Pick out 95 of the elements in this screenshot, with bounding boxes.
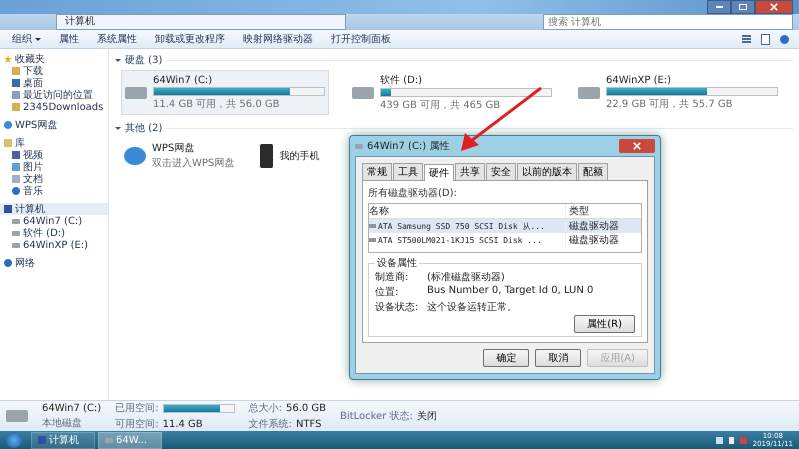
status-value: 关闭 — [416, 410, 437, 423]
close-icon[interactable] — [755, 0, 793, 14]
drive-icon — [355, 144, 363, 148]
collapse-icon[interactable] — [115, 58, 121, 64]
column-header[interactable]: 名称 — [369, 204, 565, 218]
drive-tile[interactable]: 软件 (D:) 439 GB 可用，共 465 GB — [349, 70, 555, 115]
status-label: 已用空间: — [115, 402, 159, 415]
column-header[interactable]: 类型 — [565, 204, 641, 218]
status-name: 64Win7 (C:) — [42, 402, 102, 414]
sidebar-item[interactable]: 网络 — [0, 257, 108, 269]
phone-icon — [260, 144, 274, 168]
sidebar-item[interactable]: 64WinXP (E:) — [0, 239, 108, 251]
table-cell: 磁盘驱动器 — [565, 219, 641, 233]
property-label: 位置: — [375, 286, 400, 299]
drive-icon — [125, 86, 147, 98]
properties-button[interactable]: 属性(R) — [574, 315, 635, 333]
sidebar-item[interactable]: 计算机 — [0, 203, 108, 215]
sidebar-item[interactable]: 最近访问的位置 — [0, 89, 108, 101]
list-label: 所有磁盘驱动器(D): — [368, 186, 458, 200]
sidebar-item[interactable]: 下载 — [0, 65, 108, 77]
drive-icon — [369, 238, 376, 242]
status-label: BitLocker 状态: — [340, 410, 413, 423]
dialog-title: 64Win7 (C:) 属性 — [367, 140, 450, 153]
group-header: 其他 (2) — [125, 122, 162, 135]
item-name: 我的手机 — [279, 150, 320, 162]
item-name: 64Win7 (C:) — [153, 74, 214, 86]
toolbar-button[interactable]: 卸载或更改程序 — [147, 32, 233, 46]
drive-icon — [352, 86, 374, 98]
status-value: 11.4 GB — [162, 418, 203, 430]
table-cell: ATA Samsung SSD 750 SCSI Disk 从... — [378, 220, 545, 232]
group-title: 设备属性 — [376, 256, 418, 270]
tab[interactable]: 配额 — [578, 163, 608, 180]
property-value: 这个设备运转正常。 — [427, 300, 517, 314]
sidebar-item[interactable]: 视频 — [0, 149, 108, 161]
start-button[interactable] — [6, 432, 22, 448]
list-row[interactable]: ATA Samsung SSD 750 SCSI Disk 从... 磁盘驱动器 — [369, 219, 641, 233]
status-value: NTFS — [296, 418, 322, 430]
drive-tile[interactable]: 64WinXP (E:) 22.9 GB 可用，共 55.7 GB — [575, 70, 781, 115]
table-cell: 磁盘驱动器 — [565, 233, 641, 247]
dialog-button[interactable]: 确定 — [483, 349, 530, 367]
toolbar-button[interactable]: 组织 — [4, 32, 49, 46]
tab[interactable]: 硬件 — [424, 164, 454, 181]
address-bar[interactable]: 计算机 — [56, 14, 346, 30]
property-label: 制造商: — [375, 270, 410, 284]
sidebar-item[interactable]: 桌面 — [0, 77, 108, 89]
sidebar-item[interactable]: 文档 — [0, 173, 108, 185]
minimize-icon[interactable] — [707, 0, 731, 14]
maximize-icon[interactable] — [731, 0, 755, 14]
tab[interactable]: 共享 — [455, 163, 485, 180]
drive-tile[interactable]: 64Win7 (C:) 11.4 GB 可用，共 56.0 GB — [121, 70, 329, 115]
view-options-icon[interactable] — [742, 35, 751, 43]
toolbar-button[interactable]: 属性 — [51, 32, 87, 46]
taskbar-button[interactable]: 计算机 — [31, 432, 95, 448]
drive-icon — [369, 224, 376, 228]
drive-icon — [578, 86, 600, 98]
group-header: 硬盘 (3) — [125, 54, 162, 67]
status-label: 总大小: — [248, 402, 282, 415]
sidebar-item[interactable]: 音乐 — [0, 185, 108, 197]
item-detail: 11.4 GB 可用，共 56.0 GB — [153, 98, 280, 110]
toolbar-button[interactable]: 映射网络驱动器 — [235, 32, 321, 46]
status-value: 56.0 GB — [286, 402, 326, 414]
tab[interactable]: 安全 — [486, 163, 516, 180]
table-cell: ATA ST500LM021-1KJ15 SCSI Disk ... — [378, 236, 542, 244]
sidebar-item[interactable]: 64Win7 (C:) — [0, 215, 108, 227]
toolbar-button[interactable]: 打开控制面板 — [323, 32, 399, 46]
item-detail: 22.9 GB 可用，共 55.7 GB — [606, 98, 734, 110]
status-type: 本地磁盘 — [42, 416, 83, 430]
item-name: 软件 (D:) — [380, 74, 424, 87]
sidebar-item[interactable]: 软件 (D:) — [0, 227, 108, 239]
property-value: (标准磁盘驱动器) — [427, 270, 505, 284]
dialog-button[interactable]: 取消 — [535, 349, 582, 367]
close-icon[interactable] — [619, 139, 655, 153]
item-name: WPS网盘 — [152, 142, 196, 155]
preview-pane-icon[interactable] — [761, 34, 770, 44]
status-label: 可用空间: — [115, 418, 159, 431]
tab[interactable]: 常规 — [362, 163, 392, 180]
drive-icon — [6, 410, 28, 422]
tab[interactable]: 以前的版本 — [517, 163, 577, 180]
search-field[interactable]: 搜索 计算机 — [543, 14, 793, 30]
drive-tile[interactable]: WPS网盘 双击进入WPS网盘 — [121, 138, 238, 173]
item-detail: 439 GB 可用，共 465 GB — [380, 98, 502, 112]
sidebar-item[interactable]: 收藏夹 — [0, 53, 108, 65]
sidebar-item[interactable]: 库 — [0, 137, 108, 149]
property-label: 设备状态: — [375, 300, 420, 314]
item-detail: 双击进入WPS网盘 — [152, 156, 234, 170]
status-label: 文件系统: — [248, 418, 292, 431]
list-row[interactable]: ATA ST500LM021-1KJ15 SCSI Disk ... 磁盘驱动器 — [369, 233, 641, 247]
collapse-icon[interactable] — [115, 126, 121, 132]
toolbar-button[interactable]: 系统属性 — [89, 32, 145, 46]
sidebar-item[interactable]: 图片 — [0, 161, 108, 173]
sidebar-item[interactable]: 2345Downloads — [0, 101, 108, 113]
tab[interactable]: 工具 — [393, 163, 423, 180]
sidebar-item[interactable]: WPS网盘 — [0, 119, 108, 131]
item-name: 64WinXP (E:) — [606, 74, 672, 86]
property-value: Bus Number 0, Target Id 0, LUN 0 — [427, 285, 594, 298]
